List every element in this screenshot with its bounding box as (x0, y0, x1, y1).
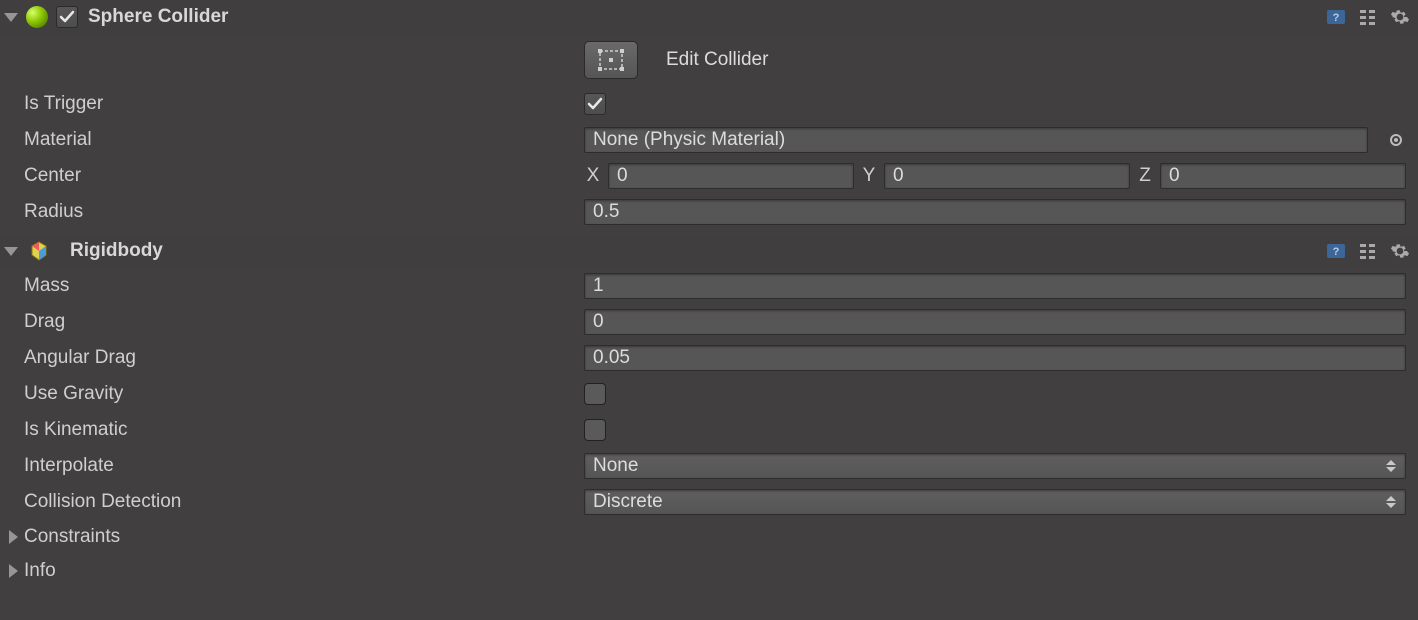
label-mass: Mass (24, 275, 584, 297)
component-sphere-collider: Sphere Collider ? Edit C (0, 0, 1418, 234)
label-material: Material (24, 129, 584, 151)
preset-icon[interactable] (1356, 5, 1380, 29)
label-is-kinematic: Is Kinematic (24, 419, 584, 441)
interpolate-value: None (593, 455, 638, 477)
row-radius: Radius 0.5 (0, 194, 1418, 230)
component-title: Rigidbody (70, 240, 163, 262)
row-mass: Mass 1 (0, 268, 1418, 304)
material-value: None (Physic Material) (593, 129, 785, 151)
label-is-trigger: Is Trigger (24, 93, 584, 115)
foldout-toggle[interactable] (2, 8, 20, 26)
component-enable-checkbox[interactable] (56, 6, 78, 28)
label-y: Y (860, 165, 878, 187)
row-edit-collider: Edit Collider (0, 34, 1418, 86)
sphere-collider-icon (26, 6, 48, 28)
row-angular-drag: Angular Drag 0.05 (0, 340, 1418, 376)
svg-text:?: ? (1333, 246, 1340, 258)
row-use-gravity: Use Gravity (0, 376, 1418, 412)
field-material[interactable]: None (Physic Material) (584, 127, 1368, 153)
row-is-kinematic: Is Kinematic (0, 412, 1418, 448)
label-interpolate: Interpolate (24, 455, 584, 477)
input-center-z[interactable]: 0 (1160, 163, 1406, 189)
edit-collider-label: Edit Collider (666, 49, 768, 71)
input-mass[interactable]: 1 (584, 273, 1406, 299)
checkbox-use-gravity[interactable] (584, 383, 606, 405)
row-center: Center X 0 Y 0 Z 0 (0, 158, 1418, 194)
component-rigidbody: Rigidbody ? Mass 1 Drag 0 Angular Drag 0… (0, 234, 1418, 588)
foldout-toggle[interactable] (2, 242, 20, 260)
component-title: Sphere Collider (88, 6, 228, 28)
label-info: Info (24, 560, 56, 582)
foldout-toggle-info[interactable] (4, 562, 22, 580)
row-drag: Drag 0 (0, 304, 1418, 340)
edit-collider-button[interactable] (584, 41, 638, 79)
row-material: Material None (Physic Material) (0, 122, 1418, 158)
collision-detection-value: Discrete (593, 491, 663, 513)
chevron-updown-icon (1385, 460, 1397, 472)
gear-icon[interactable] (1388, 5, 1412, 29)
foldout-toggle-constraints[interactable] (4, 528, 22, 546)
row-collision-detection: Collision Detection Discrete (0, 484, 1418, 520)
component-header: Sphere Collider ? (0, 0, 1418, 34)
label-constraints: Constraints (24, 526, 120, 548)
component-header: Rigidbody ? (0, 234, 1418, 268)
label-angular-drag: Angular Drag (24, 347, 584, 369)
row-is-trigger: Is Trigger (0, 86, 1418, 122)
checkbox-is-trigger[interactable] (584, 93, 606, 115)
row-info: Info (0, 554, 1418, 588)
label-drag: Drag (24, 311, 584, 333)
rigidbody-icon (28, 240, 50, 262)
row-constraints: Constraints (0, 520, 1418, 554)
help-icon[interactable]: ? (1324, 5, 1348, 29)
dropdown-interpolate[interactable]: None (584, 453, 1406, 479)
input-drag[interactable]: 0 (584, 309, 1406, 335)
row-interpolate: Interpolate None (0, 448, 1418, 484)
input-radius[interactable]: 0.5 (584, 199, 1406, 225)
dropdown-collision-detection[interactable]: Discrete (584, 489, 1406, 515)
object-picker-icon[interactable] (1386, 130, 1406, 150)
input-angular-drag[interactable]: 0.05 (584, 345, 1406, 371)
edit-collider-icon (597, 48, 625, 72)
label-radius: Radius (24, 201, 584, 223)
gear-icon[interactable] (1388, 239, 1412, 263)
label-center: Center (24, 165, 584, 187)
label-use-gravity: Use Gravity (24, 383, 584, 405)
chevron-updown-icon (1385, 496, 1397, 508)
input-center-y[interactable]: 0 (884, 163, 1130, 189)
preset-icon[interactable] (1356, 239, 1380, 263)
label-x: X (584, 165, 602, 187)
input-center-x[interactable]: 0 (608, 163, 854, 189)
checkbox-is-kinematic[interactable] (584, 419, 606, 441)
help-icon[interactable]: ? (1324, 239, 1348, 263)
label-collision-detection: Collision Detection (24, 491, 584, 513)
label-z: Z (1136, 165, 1154, 187)
svg-text:?: ? (1333, 12, 1340, 24)
